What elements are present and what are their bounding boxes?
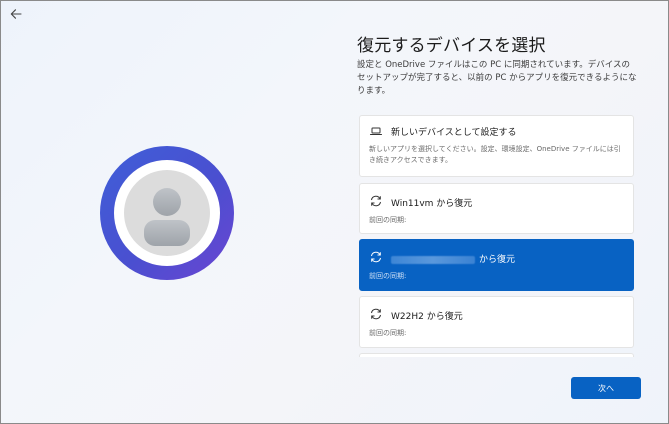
sync-icon (371, 308, 381, 320)
back-arrow-icon (10, 9, 22, 19)
back-button[interactable] (7, 5, 25, 23)
option-device-selected[interactable]: から復元 前回の同期: (359, 239, 634, 291)
laptop-icon (369, 127, 383, 136)
option-body: 新しいアプリを選択してください。設定、環境設定、OneDrive ファイルには引… (369, 145, 621, 164)
option-device-win11vm[interactable]: Win11vm から復元 前回の同期: (359, 183, 634, 234)
option-new-device[interactable]: 新しいデバイスとして設定する 新しいアプリを選択してください。設定、環境設定、O… (359, 115, 634, 177)
option-title: Win11vm から復元 (391, 199, 473, 209)
person-icon (124, 170, 210, 256)
option-title: から復元 (391, 252, 515, 265)
option-next-partial[interactable] (359, 353, 634, 357)
option-title-text: から復元 (479, 255, 516, 265)
setup-window: 復元するデバイスを選択 設定と OneDrive ファイルはこの PC に同期さ… (0, 0, 669, 424)
sync-icon (371, 195, 381, 207)
redacted-device-name (391, 255, 475, 264)
avatar (100, 146, 234, 280)
option-title: 新しいデバイスとして設定する (391, 128, 517, 138)
option-last-sync: 前回の同期: (369, 329, 407, 337)
page-title: 復元するデバイスを選択 (357, 36, 546, 56)
option-title: W22H2 から復元 (391, 312, 463, 322)
next-button[interactable]: 次へ (571, 377, 641, 399)
page-description: 設定と OneDrive ファイルはこの PC に同期されています。デバイスのセ… (357, 60, 637, 96)
avatar-inner (114, 160, 220, 266)
sync-icon (371, 251, 381, 263)
option-last-sync: 前回の同期: (369, 272, 407, 280)
option-last-sync: 前回の同期: (369, 216, 407, 224)
option-device-w22h2[interactable]: W22H2 から復元 前回の同期: (359, 296, 634, 348)
device-list[interactable]: 新しいデバイスとして設定する 新しいアプリを選択してください。設定、環境設定、O… (357, 113, 639, 357)
